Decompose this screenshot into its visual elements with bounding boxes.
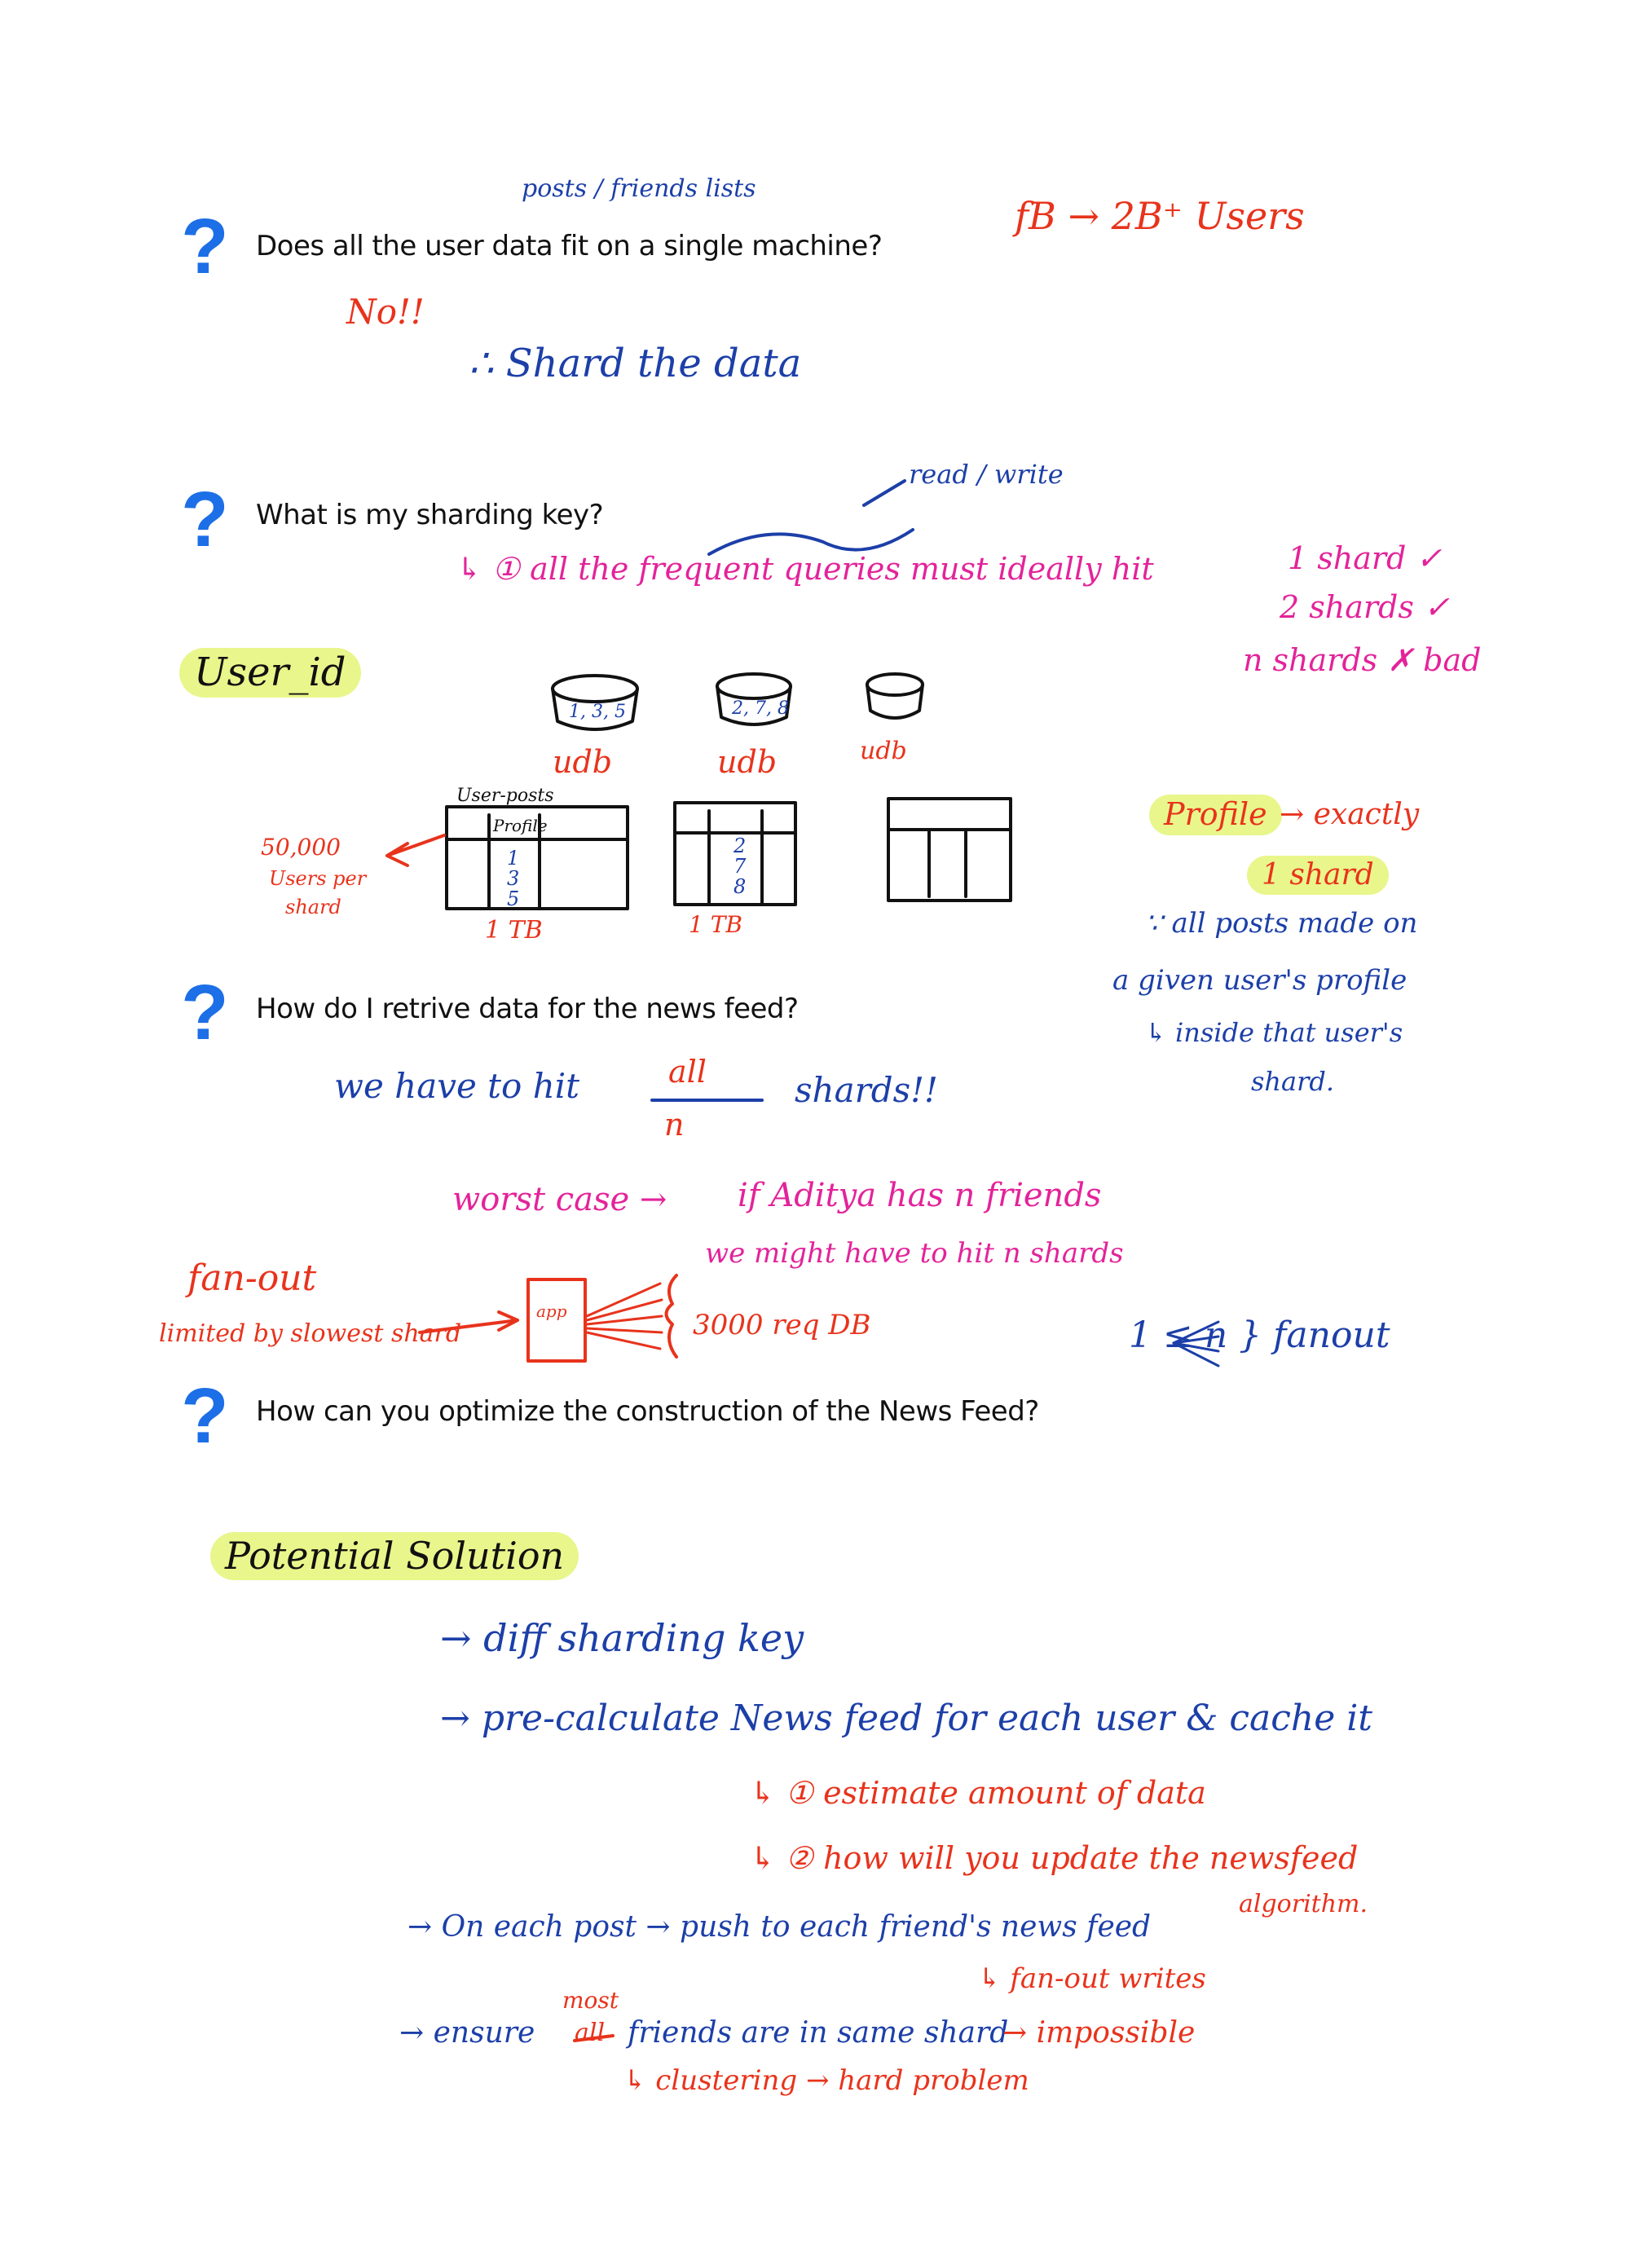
note-fanout-writes: ↳ fan-out writes xyxy=(978,1962,1206,1995)
note-one-shard-hl: 1 shard xyxy=(1247,856,1389,895)
note-read-write: read / write xyxy=(909,459,1064,490)
question-1-text: Does all the user data fit on a single m… xyxy=(256,230,883,262)
note-most: most xyxy=(562,1987,619,2014)
note-precalc: → pre-calculate News feed for each user … xyxy=(440,1698,1372,1739)
note-profile: Profile xyxy=(1149,795,1282,835)
note-diff-key: → diff sharding key xyxy=(440,1616,804,1660)
question-mark-icon: ? xyxy=(181,969,229,1056)
users-per-shard-3: shard xyxy=(285,896,341,918)
note-user-id: User_id xyxy=(179,648,361,698)
note-hit-all: we have to hit xyxy=(334,1066,580,1106)
note-estimate: ↳ ① estimate amount of data xyxy=(750,1775,1206,1811)
note-all-posts: ∵ all posts made on xyxy=(1145,907,1418,940)
question-2-text: What is my sharding key? xyxy=(256,499,604,531)
note-shard-data: ∴ Shard the data xyxy=(469,341,802,386)
note-potential-solution: Potential Solution xyxy=(210,1532,579,1580)
note-fanout-formula: 1 ≤ n } fanout xyxy=(1129,1315,1390,1356)
note-fan-out: fan-out xyxy=(187,1257,317,1299)
note-might-hit: we might have to hit n shards xyxy=(705,1237,1124,1270)
note-no: No!! xyxy=(346,292,425,332)
table-header: User-posts xyxy=(456,786,554,806)
table-1-size: 1 TB xyxy=(485,916,543,945)
db-cylinder-3 xyxy=(866,672,924,720)
note-one-shard: 1 shard ✓ xyxy=(1288,540,1443,576)
question-mark-icon: ? xyxy=(181,1372,229,1460)
db-label-2: udb xyxy=(717,744,778,780)
question-mark-icon: ? xyxy=(181,476,229,563)
note-all-struck: all xyxy=(575,2019,606,2047)
table-1-id-b: 3 xyxy=(507,867,520,890)
table-1-id-a: 1 xyxy=(507,847,520,870)
note-update: ↳ ② how will you update the newsfeed xyxy=(750,1840,1359,1876)
table-2-id-c: 8 xyxy=(734,875,747,898)
note-algorithm: algorithm. xyxy=(1239,1890,1368,1918)
notes-page: ? Does all the user data fit on a single… xyxy=(0,0,1630,2268)
table-1-id-c: 5 xyxy=(507,887,520,910)
note-posts-friends: posts / friends lists xyxy=(522,174,756,203)
note-clustering: ↳ clustering → hard problem xyxy=(623,2064,1029,2097)
note-impossible: → impossible xyxy=(1002,2016,1196,2050)
fanout-brace xyxy=(664,1274,678,1359)
arrow-users-per-shard xyxy=(385,834,446,867)
table-2-id-b: 7 xyxy=(734,855,747,878)
note-shard: shard. xyxy=(1251,1066,1335,1097)
note-ensure: → ensure xyxy=(399,2016,535,2050)
app-label: app xyxy=(536,1301,567,1321)
shard-table-3 xyxy=(887,797,1012,902)
table-2-id-a: 2 xyxy=(734,835,747,857)
note-exactly: → exactly xyxy=(1280,798,1420,831)
fanout-lines xyxy=(585,1282,663,1350)
users-per-shard-1: 50,000 xyxy=(261,834,341,861)
note-on-each-post: → On each post → push to each friend's n… xyxy=(408,1910,1152,1944)
note-if-aditya: if Aditya has n friends xyxy=(738,1177,1102,1214)
table-sub: Profile xyxy=(493,816,548,835)
note-frequent-queries: ↳ ① all the frequent queries must ideall… xyxy=(456,551,1154,587)
db-ids-2: 2, 7, 8 xyxy=(732,698,789,719)
arrow-read-write xyxy=(862,479,906,507)
note-req: 3000 req DB xyxy=(693,1309,871,1341)
db-ids-1: 1, 3, 5 xyxy=(569,702,626,722)
users-per-shard-2: Users per xyxy=(269,867,367,890)
table-2-size: 1 TB xyxy=(689,911,742,938)
note-all: all xyxy=(668,1054,707,1090)
note-n-shards: n shards ✗ bad xyxy=(1243,642,1482,678)
note-limited: limited by slowest shard xyxy=(159,1319,462,1348)
note-shards: shards!! xyxy=(795,1070,938,1110)
question-3-text: How do I retrive data for the news feed? xyxy=(256,993,799,1025)
note-n: n xyxy=(664,1107,685,1143)
note-worst-case: worst case → xyxy=(452,1181,667,1218)
note-friends-same: friends are in same shard xyxy=(628,2016,1009,2050)
note-two-shards: 2 shards ✓ xyxy=(1280,589,1450,625)
db-label-3: udb xyxy=(860,737,907,765)
db-label-1: udb xyxy=(553,744,613,780)
note-fb-users: fB → 2B⁺ Users xyxy=(1015,194,1305,238)
note-inside-shard: ↳ inside that user's xyxy=(1145,1017,1403,1048)
question-4-text: How can you optimize the construction of… xyxy=(256,1395,1039,1428)
question-mark-icon: ? xyxy=(181,203,229,290)
note-given-user: a given user's profile xyxy=(1112,964,1408,997)
